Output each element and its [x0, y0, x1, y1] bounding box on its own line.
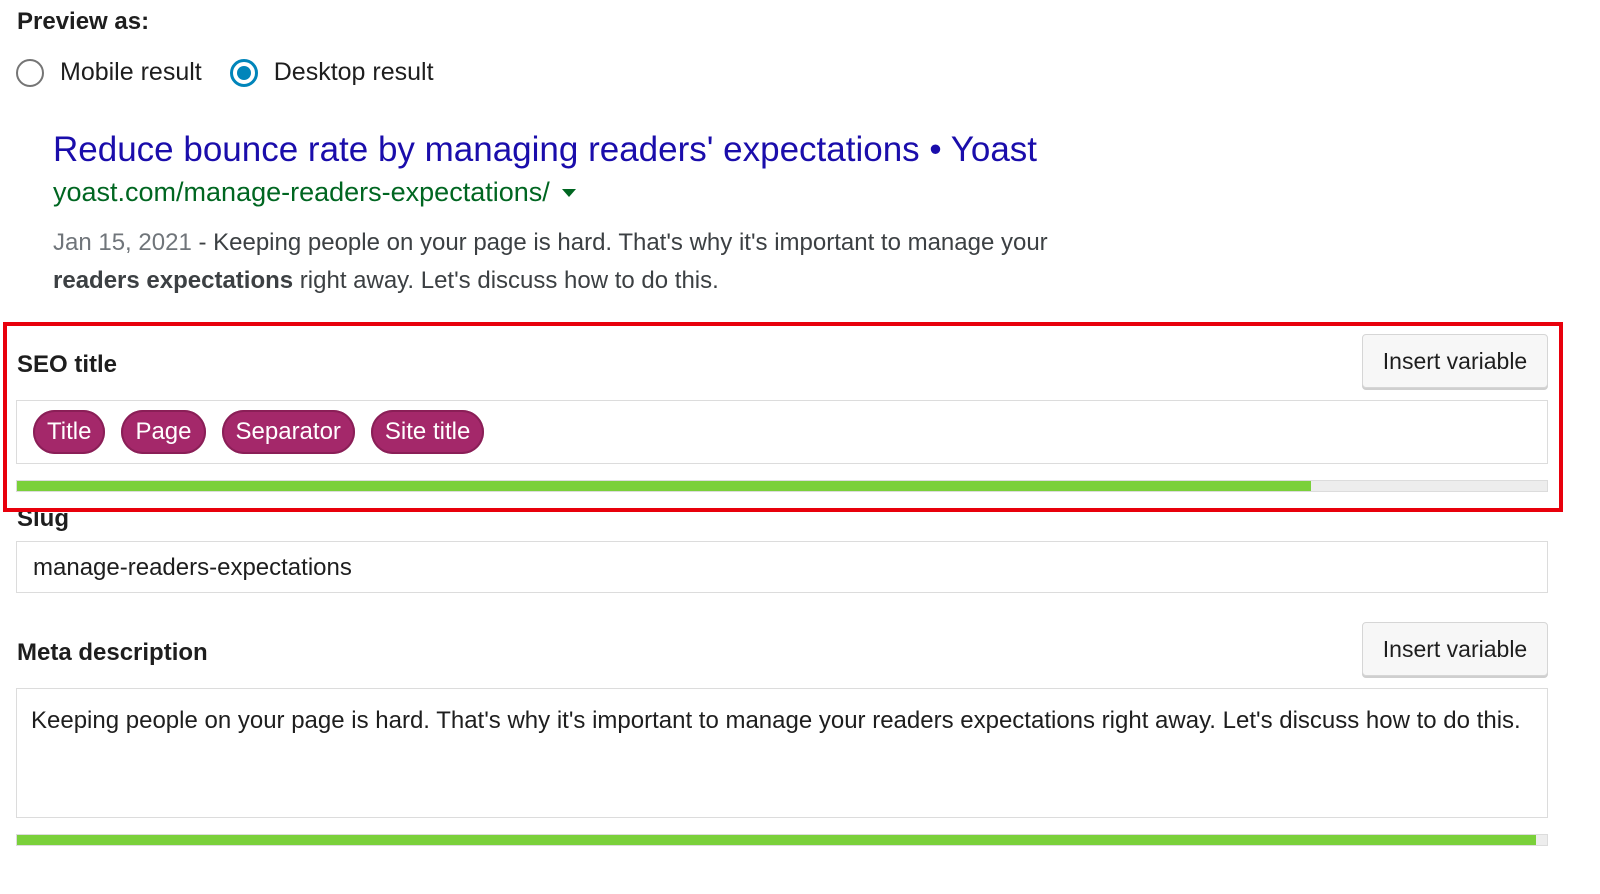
meta-description-insert-variable-button[interactable]: Insert variable [1362, 622, 1548, 676]
serp-desc-bold: readers expectations [53, 267, 294, 294]
serp-desc-part1: - Keeping people on your page is hard. T… [191, 229, 1048, 256]
serp-title[interactable]: Reduce bounce rate by managing readers' … [53, 128, 1173, 172]
serp-desc-part2: right away. Let's discuss how to do this… [293, 267, 719, 294]
search-result-preview: Reduce bounce rate by managing readers' … [53, 128, 1173, 300]
mobile-result-radio-circle[interactable] [16, 58, 44, 87]
serp-description: Jan 15, 2021 - Keeping people on your pa… [53, 224, 1173, 300]
preview-as-label: Preview as: [17, 8, 150, 35]
seo-title-highlight-frame [3, 322, 1563, 512]
serp-url-row: yoast.com/manage-readers-expectations/ [53, 174, 1173, 210]
meta-description-progress-fill [17, 835, 1537, 845]
mobile-result-label[interactable]: Mobile result [60, 58, 202, 87]
desktop-result-label[interactable]: Desktop result [274, 58, 434, 87]
meta-description-label: Meta description [17, 639, 208, 666]
preview-mode-radio-group: Mobile result Desktop result [16, 58, 462, 87]
mobile-result-radio[interactable]: Mobile result [16, 58, 202, 87]
slug-input[interactable]: manage-readers-expectations [16, 541, 1548, 593]
yoast-snippet-editor: Preview as: Mobile result Desktop result… [0, 0, 1600, 894]
meta-description-length-progress [16, 834, 1548, 846]
serp-url: yoast.com/manage-readers-expectations/ [53, 177, 550, 207]
desktop-result-radio[interactable]: Desktop result [229, 58, 434, 87]
url-caret-down-icon[interactable] [561, 189, 576, 197]
meta-description-input[interactable]: Keeping people on your page is hard. Tha… [16, 688, 1548, 818]
serp-date: Jan 15, 2021 [53, 229, 192, 256]
desktop-result-radio-circle[interactable] [229, 58, 258, 87]
